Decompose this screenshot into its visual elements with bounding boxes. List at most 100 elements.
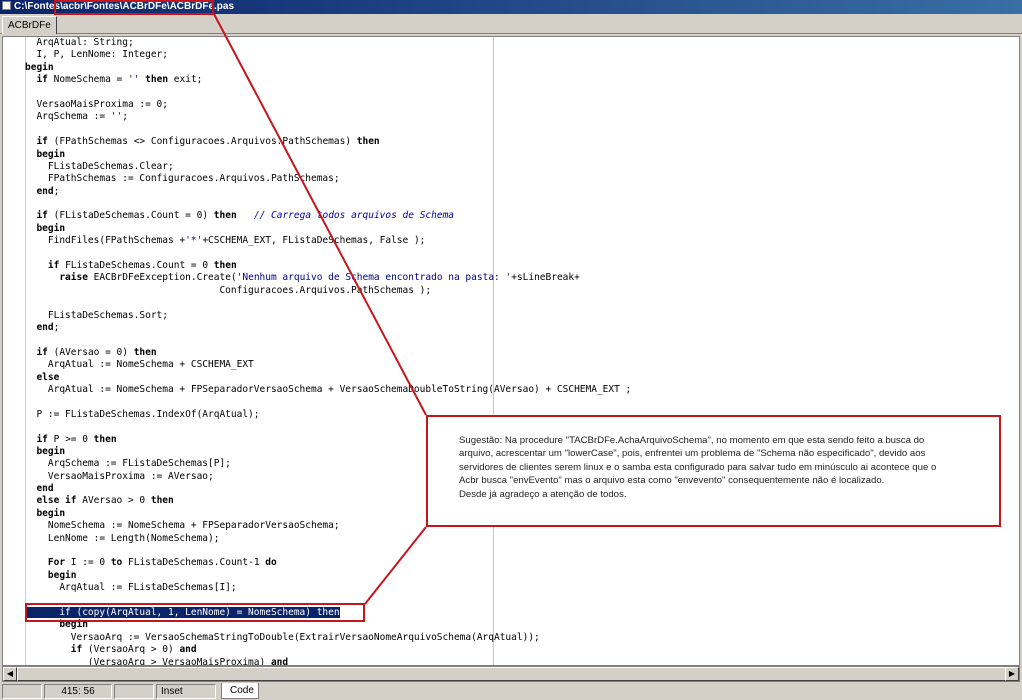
code-line[interactable]: begin	[25, 223, 1019, 235]
code-token: ArqAtual := NomeSchema + FPSeparadorVers…	[25, 383, 632, 395]
callout-line: Desde já agradeço a atenção de todos.	[459, 488, 627, 500]
code-token: end	[36, 185, 54, 197]
code-line[interactable]: raise EACBrDFeException.Create('Nenhum a…	[25, 272, 1019, 284]
code-line[interactable]	[25, 87, 1019, 99]
code-token: LenNome := Length(NomeSchema);	[25, 532, 220, 544]
code-line[interactable]: Configuracoes.Arquivos.PathSchemas );	[25, 285, 1019, 297]
code-line[interactable]: ArqAtual: String;	[25, 37, 1019, 49]
code-line[interactable]: if FListaDeSchemas.Count = 0 then	[25, 260, 1019, 272]
code-token: FListaDeSchemas.Count-1	[122, 557, 266, 569]
code-token: Configuracoes.Arquivos.PathSchemas );	[25, 284, 432, 296]
code-line[interactable]	[25, 545, 1019, 557]
horizontal-scrollbar[interactable]: ◀ ▶	[2, 666, 1020, 682]
code-token: ArqAtual := NomeSchema + CSCHEMA_EXT	[25, 359, 254, 371]
code-line[interactable]: else	[25, 372, 1019, 384]
code-token: raise	[59, 272, 88, 284]
code-line[interactable]: begin	[25, 570, 1019, 582]
code-line[interactable]	[25, 248, 1019, 260]
scroll-right-button[interactable]: ▶	[1005, 667, 1019, 681]
status-panel-blank	[114, 684, 154, 699]
code-editor[interactable]: ArqAtual: String; I, P, LenNome: Integer…	[2, 36, 1020, 666]
code-line[interactable]	[25, 396, 1019, 408]
code-line[interactable]	[25, 334, 1019, 346]
insert-mode: Inset	[156, 684, 216, 699]
code-token: (VersaoArq > 0)	[82, 644, 180, 656]
code-token: For	[47, 557, 66, 569]
callout-line: arquivo, acrescentar um "lowerCase", poi…	[459, 448, 926, 460]
code-line[interactable]: ArqAtual := FListaDeSchemas[I];	[25, 582, 1019, 594]
code-line[interactable]: end;	[25, 186, 1019, 198]
code-token: VersaoArq := VersaoSchemaStringToDouble(…	[25, 631, 540, 643]
code-token: ;	[122, 111, 128, 123]
code-token: +sLineBreak+	[511, 272, 580, 284]
code-token: then	[145, 74, 169, 86]
code-token: if	[36, 210, 48, 222]
code-token: FindFiles(FPathSchemas +	[25, 235, 186, 247]
code-line[interactable]: if NomeSchema = '' then exit;	[25, 74, 1019, 86]
code-token: end	[36, 483, 54, 495]
code-line[interactable]	[25, 124, 1019, 136]
code-line[interactable]: begin	[25, 149, 1019, 161]
code-token: I, P, LenNome: Integer;	[25, 49, 168, 61]
code-line[interactable]: if (FListaDeSchemas.Count = 0) then // C…	[25, 210, 1019, 222]
code-line[interactable]: ArqAtual := NomeSchema + FPSeparadorVers…	[25, 384, 1019, 396]
code-token: if	[36, 433, 48, 445]
code-line[interactable]: FPathSchemas := Configuracoes.Arquivos.P…	[25, 173, 1019, 185]
code-line[interactable]: (VersaoArq > VersaoMaisProxima) and	[25, 656, 1019, 666]
code-line[interactable]	[25, 198, 1019, 210]
code-token: FListaDeSchemas.Count = 0	[59, 260, 214, 272]
tab-code[interactable]: Code	[221, 683, 259, 699]
scroll-thumb[interactable]	[17, 667, 1007, 681]
code-token: ArqSchema :=	[25, 111, 111, 123]
code-line[interactable]: I, P, LenNome: Integer;	[25, 49, 1019, 61]
tab-acbrdfe[interactable]: ACBrDFe	[2, 16, 57, 34]
code-token: // Carrega todos arquivos de Schema	[253, 210, 455, 222]
code-line[interactable]	[25, 297, 1019, 309]
code-line[interactable]: if (VersaoArq > 0) and	[25, 644, 1019, 656]
code-token: I := 0	[65, 557, 111, 569]
code-line[interactable]: if (AVersao = 0) then	[25, 347, 1019, 359]
code-line[interactable]: FindFiles(FPathSchemas +'*'+CSCHEMA_EXT,…	[25, 235, 1019, 247]
code-token: if	[47, 260, 60, 272]
code-line[interactable]: For I := 0 to FListaDeSchemas.Count-1 do	[25, 557, 1019, 569]
code-line[interactable]: VersaoMaisProxima := 0;	[25, 99, 1019, 111]
code-token: P := FListaDeSchemas.IndexOf(ArqAtual);	[25, 408, 260, 420]
editor-gutter	[3, 37, 26, 665]
code-line[interactable]: LenNome := Length(NomeSchema);	[25, 533, 1019, 545]
code-token: NomeSchema := NomeSchema + FPSeparadorVe…	[25, 520, 340, 532]
status-panel-modified	[2, 684, 42, 699]
code-line[interactable]: FListaDeSchemas.Clear;	[25, 161, 1019, 173]
code-token: then	[213, 260, 237, 272]
code-line[interactable]: if (FPathSchemas <> Configuracoes.Arquiv…	[25, 136, 1019, 148]
code-token: if	[36, 74, 48, 86]
code-token: exit;	[168, 74, 203, 86]
code-token: P >= 0	[47, 433, 94, 445]
code-area[interactable]: ArqAtual: String; I, P, LenNome: Integer…	[25, 37, 1019, 666]
code-line[interactable]: end;	[25, 322, 1019, 334]
code-token: and	[270, 656, 289, 666]
code-token: +CSCHEMA_EXT, FListaDeSchemas, False );	[202, 235, 426, 247]
code-token: (AVersao = 0)	[47, 346, 134, 358]
callout-line: Acbr busca "envEvento" mas o arquivo est…	[459, 475, 885, 487]
code-token: then	[93, 433, 117, 445]
code-token: FListaDeSchemas.Sort;	[25, 309, 168, 321]
code-line[interactable]: VersaoArq := VersaoSchemaStringToDouble(…	[25, 632, 1019, 644]
code-line[interactable]: begin	[25, 62, 1019, 74]
scroll-left-button[interactable]: ◀	[3, 667, 17, 681]
code-line[interactable]: FListaDeSchemas.Sort;	[25, 310, 1019, 322]
code-line[interactable]: ArqSchema := '';	[25, 111, 1019, 123]
code-token: begin	[47, 569, 77, 581]
code-line[interactable]: ArqAtual := NomeSchema + CSCHEMA_EXT	[25, 359, 1019, 371]
code-token: begin	[36, 222, 66, 234]
